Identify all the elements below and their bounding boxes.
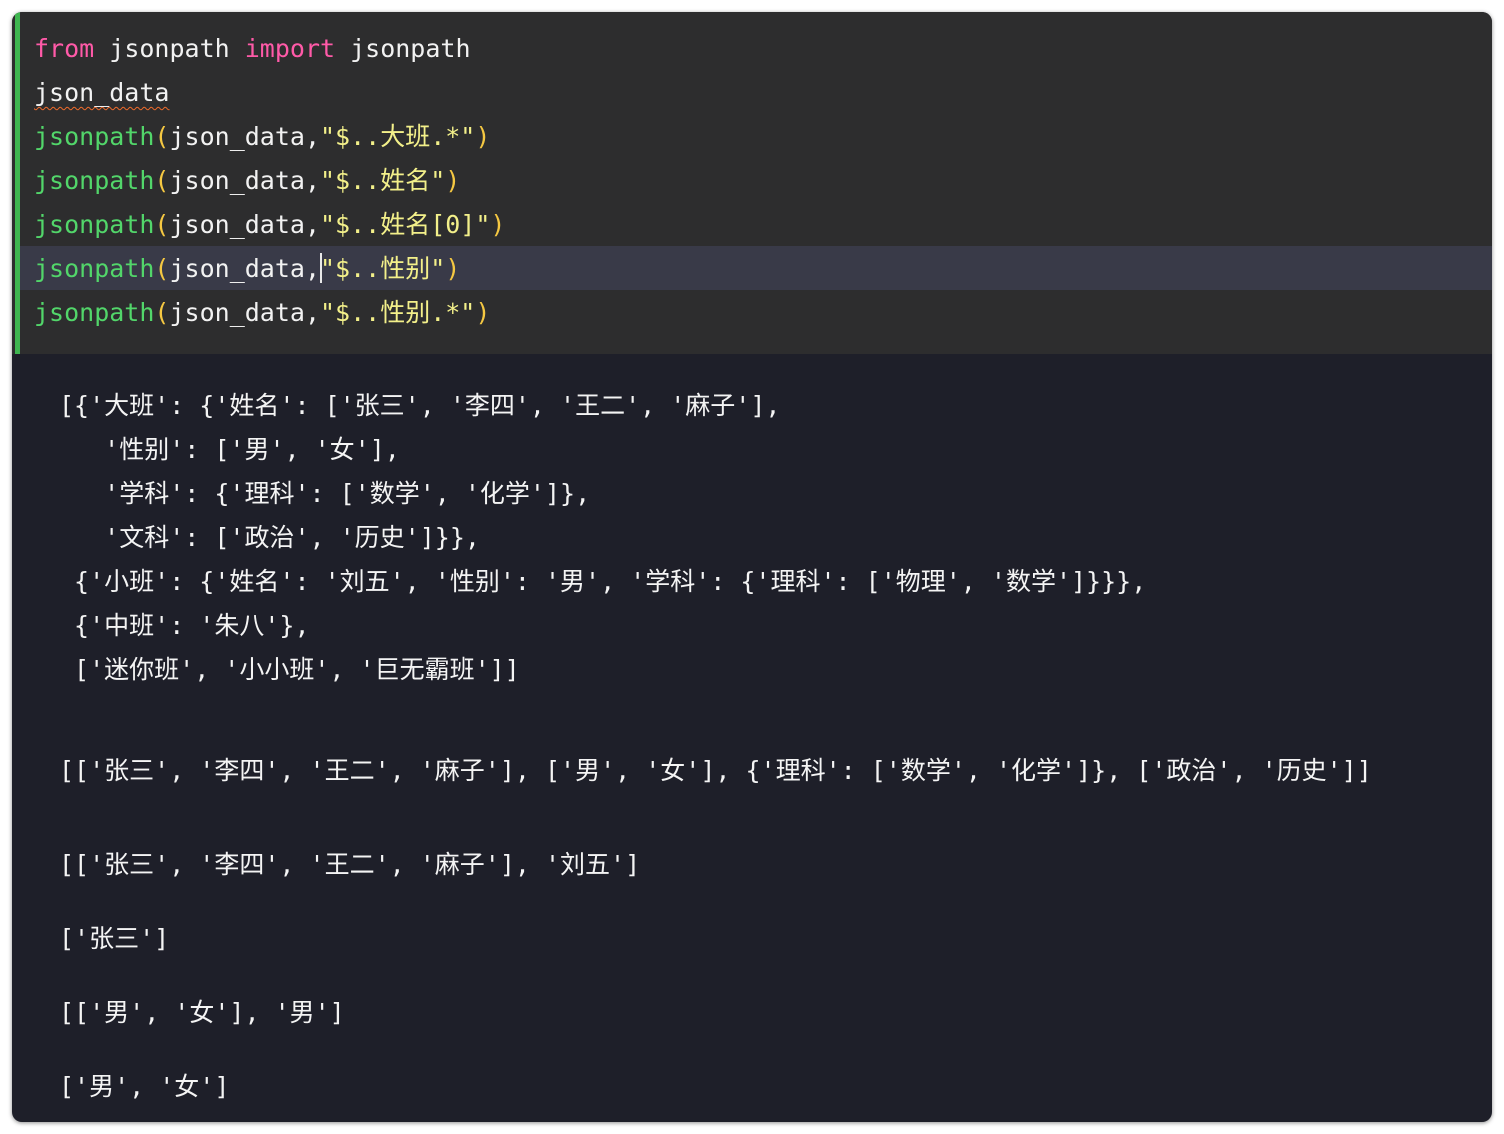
output-line: '性别': ['男', '女'],	[59, 435, 400, 464]
code-token: "$..性别"	[320, 254, 446, 283]
code-token: json_data,	[169, 254, 320, 283]
output-line: [{'大班': {'姓名': ['张三', '李四', '王二', '麻子'],	[59, 391, 781, 420]
code-line[interactable]: jsonpath(json_data,"$..性别")	[34, 247, 505, 291]
output-line: '文科': ['政治', '历史']}},	[59, 523, 480, 552]
code-token: jsonpath	[34, 298, 155, 327]
code-token: )	[490, 210, 506, 239]
code-token: jsonpath	[94, 34, 245, 63]
notebook-window: from jsonpath import jsonpath json_data js…	[12, 12, 1492, 1122]
code-token: json_data,	[169, 122, 320, 151]
code-token: jsonpath	[34, 254, 155, 283]
output-line: ['迷你班', '小小班', '巨无霸班']]	[59, 655, 520, 684]
code-token: (	[154, 210, 170, 239]
output-line: '学科': {'理科': ['数学', '化学']},	[59, 479, 591, 508]
code-token: json_data,	[169, 210, 320, 239]
code-token: "$..性别.*"	[320, 298, 476, 327]
code-cell[interactable]: from jsonpath import jsonpath json_data js…	[12, 12, 1492, 354]
output-line: ['男', '女']	[59, 1072, 230, 1101]
code-token: import	[244, 34, 336, 63]
code-token: "$..姓名"	[320, 166, 446, 195]
code-line[interactable]: json_data	[34, 71, 505, 115]
code-token: (	[154, 166, 170, 195]
output-line: [['男', '女'], '男']	[59, 998, 345, 1027]
code-token: )	[475, 122, 491, 151]
code-line[interactable]: jsonpath(json_data,"$..性别.*")	[34, 291, 505, 335]
output-line: [['张三', '李四', '王二', '麻子'], '刘五']	[59, 850, 641, 879]
code-token: (	[154, 298, 170, 327]
output-line: [['张三', '李四', '王二', '麻子'], ['男', '女'], {…	[59, 756, 1372, 785]
code-token: jsonpath	[335, 34, 471, 63]
code-token: jsonpath	[34, 122, 155, 151]
code-line[interactable]: jsonpath(json_data,"$..大班.*")	[34, 115, 505, 159]
code-token: )	[475, 298, 491, 327]
code-token: json_data	[34, 78, 170, 107]
code-token: (	[154, 254, 170, 283]
code-token: json_data,	[169, 166, 320, 195]
code-line[interactable]: jsonpath(json_data,"$..姓名[0]")	[34, 203, 505, 247]
code-token: "$..大班.*"	[320, 122, 476, 151]
code-editor[interactable]: from jsonpath import jsonpath json_data js…	[34, 27, 505, 335]
output-line: ['张三']	[59, 924, 170, 953]
code-line[interactable]: jsonpath(json_data,"$..姓名")	[34, 159, 505, 203]
output-line: {'小班': {'姓名': '刘五', '性别': '男', '学科': {'理…	[59, 567, 1147, 596]
output-line: {'中班': '朱八'},	[59, 611, 310, 640]
code-line[interactable]: from jsonpath import jsonpath	[34, 27, 505, 71]
code-token: "$..姓名[0]"	[320, 210, 491, 239]
code-token: json_data,	[169, 298, 320, 327]
code-token: )	[445, 166, 461, 195]
code-token: from	[34, 34, 95, 63]
code-token: (	[154, 122, 170, 151]
code-token: )	[445, 254, 461, 283]
code-token: jsonpath	[34, 210, 155, 239]
code-token: jsonpath	[34, 166, 155, 195]
cell-selection-indicator	[15, 12, 20, 354]
